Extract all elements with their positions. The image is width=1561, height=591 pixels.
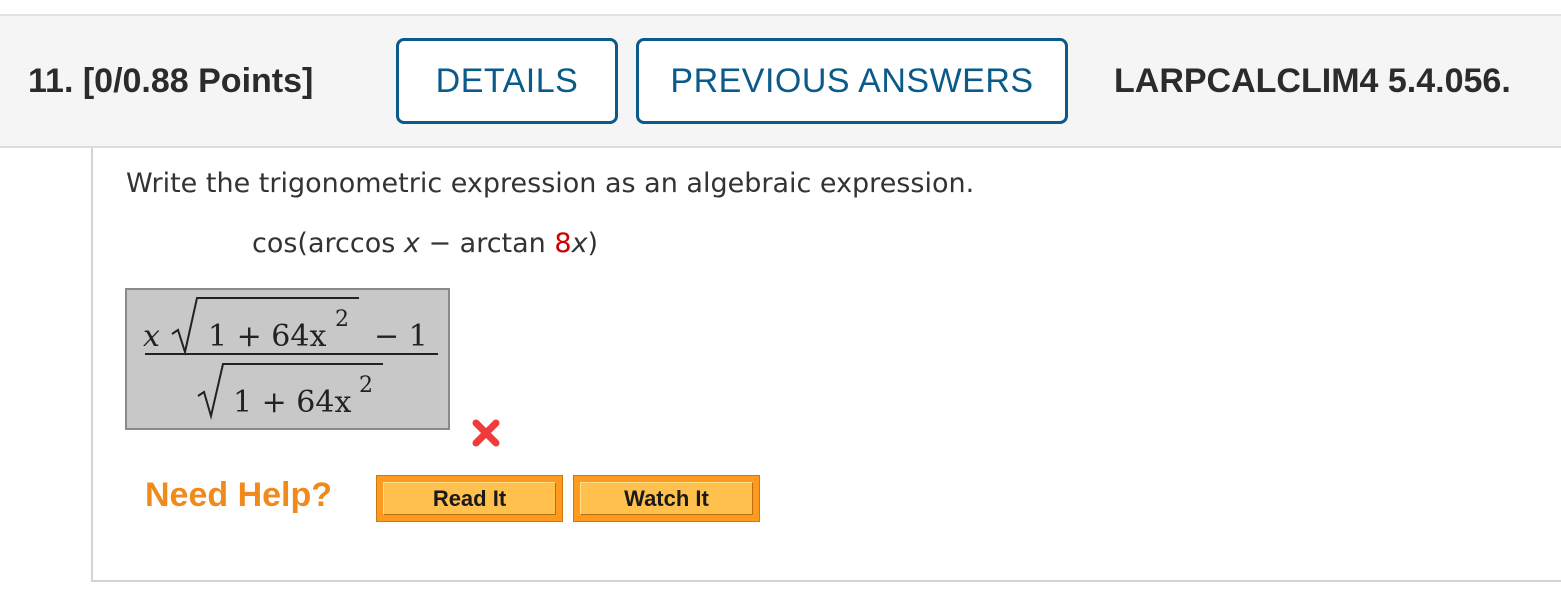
denominator-radicand: 1 + 64x — [233, 385, 351, 420]
denominator-exponent: 2 — [359, 373, 373, 398]
question-points-label: 11. [0/0.88 Points] — [28, 62, 314, 100]
numerator-tail: − 1 — [374, 319, 428, 354]
answer-input-box[interactable]: x 1 + 64x 2 − 1 1 + 64x 2 — [125, 288, 450, 430]
answer-formula: x 1 + 64x 2 − 1 1 + 64x 2 — [143, 297, 438, 420]
numerator-exponent: 2 — [335, 307, 349, 332]
previous-answers-button[interactable]: PREVIOUS ANSWERS — [636, 38, 1068, 124]
need-help-label: Need Help? — [145, 476, 333, 514]
numerator-x: x — [143, 319, 160, 354]
question-page: 11. [0/0.88 Points] DETAILS PREVIOUS ANS… — [0, 0, 1561, 591]
expression-coefficient: 8 — [554, 228, 572, 259]
watch-it-label: Watch It — [580, 482, 753, 515]
problem-code: LARPCALCLIM4 5.4.056. — [1114, 62, 1511, 100]
question-expression: cos(arccos x − arctan 8x) — [252, 228, 598, 259]
numerator-radicand: 1 + 64x — [208, 319, 326, 354]
watch-it-button[interactable]: Watch It — [573, 475, 760, 522]
expression-part1: cos(arccos — [252, 228, 404, 259]
expression-part3: ) — [587, 228, 599, 259]
expression-part2: − arctan — [419, 228, 555, 259]
read-it-button[interactable]: Read It — [376, 475, 563, 522]
expression-var1: x — [403, 228, 420, 259]
expression-var2: x — [571, 228, 588, 259]
question-header: 11. [0/0.88 Points] DETAILS PREVIOUS ANS… — [0, 16, 1561, 148]
wrong-x-icon — [472, 419, 500, 447]
question-prompt: Write the trigonometric expression as an… — [126, 168, 975, 199]
details-button[interactable]: DETAILS — [396, 38, 618, 124]
read-it-label: Read It — [383, 482, 556, 515]
